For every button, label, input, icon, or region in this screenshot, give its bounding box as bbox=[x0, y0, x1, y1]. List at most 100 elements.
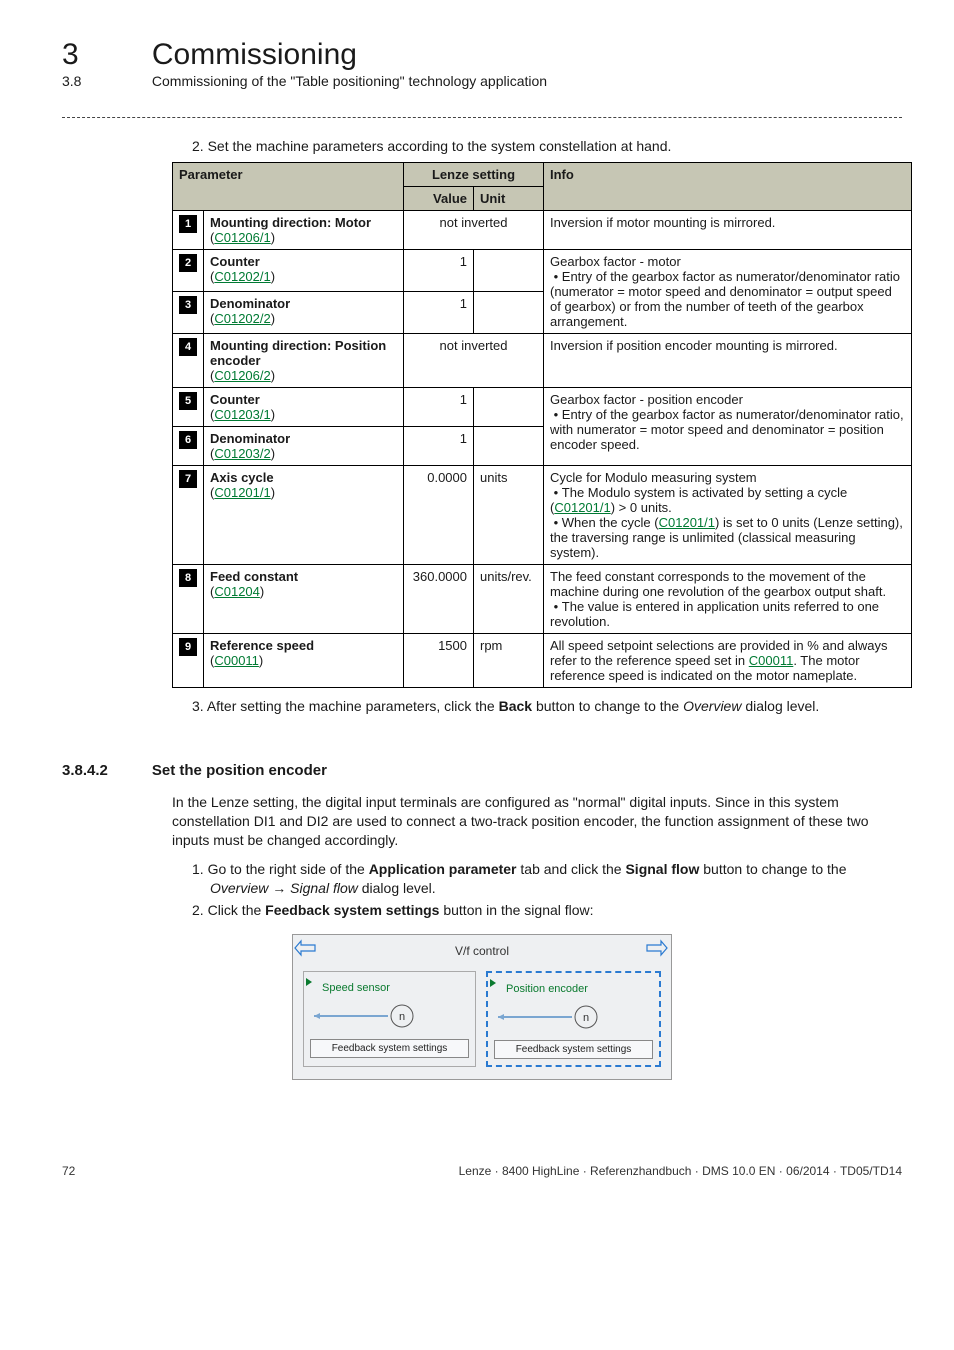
panel-title: V/f control bbox=[455, 944, 509, 958]
step-3-mid: button to change to the bbox=[532, 698, 683, 714]
param-value: 360.0000 bbox=[404, 565, 474, 634]
info-link[interactable]: C00011 bbox=[749, 653, 794, 668]
th-parameter: Parameter bbox=[173, 163, 404, 211]
triangle-icon bbox=[306, 978, 312, 986]
encoder-icon: n bbox=[310, 1002, 420, 1030]
step-3-pre: After setting the machine parameters, cl… bbox=[207, 698, 499, 714]
table-row: 8 Feed constant (C01204) 360.0000 units/… bbox=[173, 565, 912, 634]
info-line: Gearbox factor - motor bbox=[550, 254, 681, 269]
info-bullet: Entry of the gearbox factor as numerator… bbox=[550, 269, 900, 329]
param-name: Counter bbox=[210, 254, 260, 269]
intro-paragraph: In the Lenze setting, the digital input … bbox=[172, 793, 902, 850]
page-number: 72 bbox=[62, 1164, 75, 1178]
step-3-post: dialog level. bbox=[741, 698, 819, 714]
li1-arrow: → bbox=[268, 880, 290, 896]
position-encoder-label: Position encoder bbox=[506, 983, 588, 995]
param-value: not inverted bbox=[404, 334, 544, 388]
param-name: Mounting direction: Motor bbox=[210, 215, 371, 230]
param-unit: units/rev. bbox=[474, 565, 544, 634]
param-code-link[interactable]: C01206/1 bbox=[214, 230, 270, 245]
th-lenze: Lenze setting bbox=[404, 163, 544, 187]
param-value: 1 bbox=[404, 427, 474, 466]
speed-sensor-panel: Speed sensor n Feedback system settings bbox=[303, 971, 476, 1067]
speed-sensor-label: Speed sensor bbox=[322, 982, 390, 994]
info-link[interactable]: C01201/1 bbox=[659, 515, 715, 530]
param-code-link[interactable]: C01204 bbox=[214, 584, 260, 599]
arrow-left-icon bbox=[293, 937, 317, 959]
step-2-text: Set the machine parameters according to … bbox=[208, 138, 672, 154]
li2-num: 2. bbox=[192, 902, 204, 918]
param-value: not inverted bbox=[404, 211, 544, 250]
param-code-link[interactable]: C01203/2 bbox=[214, 446, 270, 461]
li2-b1: Feedback system settings bbox=[265, 902, 439, 918]
info-bullet: Entry of the gearbox factor as numerator… bbox=[550, 407, 904, 452]
info-bullet: The value is entered in application unit… bbox=[550, 599, 879, 629]
param-unit: units bbox=[474, 466, 544, 565]
table-row: 5 Counter (C01203/1) 1 Gearbox factor - … bbox=[173, 388, 912, 427]
row-badge: 4 bbox=[179, 338, 197, 356]
param-info: Gearbox factor - motor • Entry of the ge… bbox=[544, 250, 912, 334]
param-value: 1 bbox=[404, 250, 474, 292]
signal-flow-figure: V/f control Speed sensor n Feedback syst… bbox=[292, 934, 672, 1080]
subsection-number: 3.8.4.2 bbox=[62, 762, 148, 779]
table-row: 2 Counter (C01202/1) 1 Gearbox factor - … bbox=[173, 250, 912, 292]
table-row: 1 Mounting direction: Motor (C01206/1) n… bbox=[173, 211, 912, 250]
svg-text:n: n bbox=[399, 1011, 405, 1023]
param-value: 1 bbox=[404, 292, 474, 334]
li1-pre: Go to the right side of the bbox=[208, 861, 369, 877]
feedback-settings-button-right[interactable]: Feedback system settings bbox=[494, 1040, 653, 1059]
table-row: 7 Axis cycle (C01201/1) 0.0000 units Cyc… bbox=[173, 466, 912, 565]
svg-text:n: n bbox=[583, 1012, 589, 1024]
section-title: Commissioning of the "Table positioning"… bbox=[152, 73, 547, 89]
encoder-icon: n bbox=[494, 1003, 604, 1031]
step-3-number: 3. bbox=[192, 698, 204, 714]
param-unit bbox=[474, 427, 544, 466]
chapter-number: 3 bbox=[62, 38, 148, 71]
table-row: 4 Mounting direction: Position encoder (… bbox=[173, 334, 912, 388]
li1-ital1: Overview bbox=[210, 880, 268, 896]
param-info: Inversion if position encoder mounting i… bbox=[544, 334, 912, 388]
info-bullet-pre: When the cycle ( bbox=[562, 515, 659, 530]
param-code-link[interactable]: C01206/2 bbox=[214, 368, 270, 383]
step-2-number: 2. bbox=[192, 138, 204, 154]
th-value: Value bbox=[404, 187, 474, 211]
feedback-settings-button-left[interactable]: Feedback system settings bbox=[310, 1039, 469, 1058]
li1-ital2: Signal flow bbox=[290, 880, 358, 896]
info-link[interactable]: C01201/1 bbox=[554, 500, 610, 515]
param-name: Reference speed bbox=[210, 638, 314, 653]
param-name: Counter bbox=[210, 392, 260, 407]
row-badge: 8 bbox=[179, 569, 197, 587]
table-row: 9 Reference speed (C00011) 1500 rpm All … bbox=[173, 634, 912, 688]
info-line: The feed constant corresponds to the mov… bbox=[550, 569, 886, 599]
subsection-title: Set the position encoder bbox=[152, 762, 327, 779]
li2-pre: Click the bbox=[208, 902, 266, 918]
divider bbox=[62, 117, 902, 118]
row-badge: 2 bbox=[179, 254, 197, 272]
param-info: All speed setpoint selections are provid… bbox=[544, 634, 912, 688]
param-unit bbox=[474, 250, 544, 292]
param-code-link[interactable]: C01202/2 bbox=[214, 311, 270, 326]
param-code-link[interactable]: C01203/1 bbox=[214, 407, 270, 422]
param-code-link[interactable]: C01202/1 bbox=[214, 269, 270, 284]
li1-b1: Application parameter bbox=[369, 861, 517, 877]
row-badge: 1 bbox=[179, 215, 197, 233]
th-info: Info bbox=[544, 163, 912, 211]
arrow-right-icon bbox=[645, 937, 669, 959]
param-code-link[interactable]: C00011 bbox=[214, 653, 259, 668]
param-code-link[interactable]: C01201/1 bbox=[214, 485, 270, 500]
li1-mid2: button to change to the bbox=[699, 861, 846, 877]
param-name: Denominator bbox=[210, 431, 290, 446]
li1-mid: tab and click the bbox=[517, 861, 626, 877]
chapter-title: Commissioning bbox=[152, 38, 357, 71]
param-value: 1500 bbox=[404, 634, 474, 688]
step-2: 2. Set the machine parameters according … bbox=[192, 138, 902, 154]
section-number: 3.8 bbox=[62, 73, 148, 89]
row-badge: 6 bbox=[179, 431, 197, 449]
param-value: 0.0000 bbox=[404, 466, 474, 565]
param-unit bbox=[474, 292, 544, 334]
position-encoder-panel: Position encoder n Feedback system setti… bbox=[486, 971, 661, 1067]
th-unit: Unit bbox=[474, 187, 544, 211]
li1-post: dialog level. bbox=[358, 880, 436, 896]
param-value: 1 bbox=[404, 388, 474, 427]
param-info: Inversion if motor mounting is mirrored. bbox=[544, 211, 912, 250]
